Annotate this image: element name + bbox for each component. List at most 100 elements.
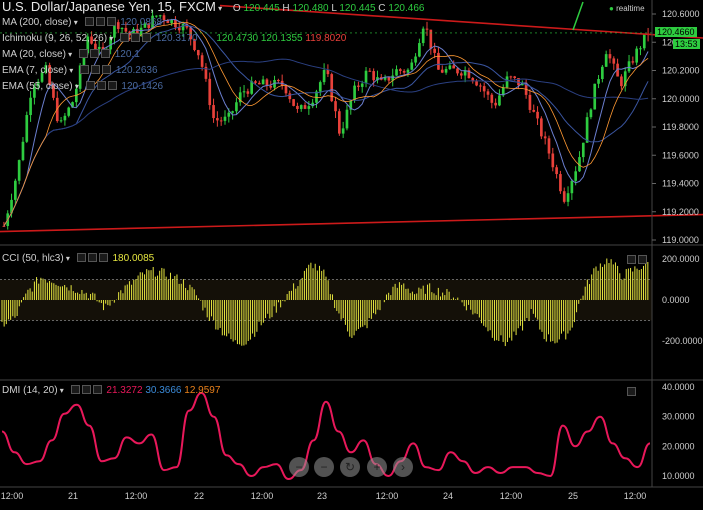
settings-icon[interactable] (87, 253, 97, 262)
settings-icon[interactable] (81, 385, 91, 394)
zoom-in-button[interactable]: − (314, 457, 334, 477)
dmi-tick-label: 10.0000 (662, 471, 695, 481)
arrow-up-icon[interactable] (627, 387, 636, 396)
indicator-label: Ichimoku (9, 26, 52, 26) (2, 33, 108, 44)
indicator-value: 120.1 (114, 49, 140, 60)
candle-body (559, 174, 562, 192)
pane-arrows (627, 386, 638, 400)
indicator-ema7[interactable]: EMA (7, close) ▾ 120.2636 (2, 64, 158, 78)
candle-body (574, 171, 578, 181)
candle-body (452, 65, 456, 69)
indicator-ichimoku[interactable]: Ichimoku (9, 26, 52, 26) ▾ 120.3170 120.… (2, 32, 346, 46)
candle-body (547, 138, 551, 154)
indicator-label: MA (20, close) (2, 49, 66, 60)
scroll-right-button[interactable]: › (393, 457, 413, 477)
high-label: H (282, 3, 290, 14)
time-tick-label: 12:00 (251, 491, 274, 501)
arrow-up-icon[interactable] (627, 255, 636, 264)
candle-body (357, 85, 360, 87)
eye-icon[interactable] (85, 81, 95, 90)
close-icon[interactable] (106, 17, 116, 26)
time-tick-label: 12:00 (125, 491, 148, 501)
settings-icon[interactable] (91, 65, 101, 74)
zoom-out-button[interactable]: − (289, 457, 309, 477)
candle-body (208, 78, 212, 106)
candle-body (235, 102, 238, 112)
indicator-value: 12.9597 (184, 385, 221, 396)
arrow-down-icon[interactable] (638, 255, 647, 264)
indicator-ema55[interactable]: EMA (55, close) ▾ 120.1426 (2, 80, 163, 94)
chevron-down-icon[interactable]: ▾ (67, 66, 73, 75)
close-icon[interactable] (100, 49, 110, 58)
candle-body (326, 69, 330, 75)
candle-body (303, 105, 307, 109)
chevron-down-icon[interactable]: ▾ (107, 34, 113, 43)
candle-body (277, 80, 280, 82)
trendline-support (0, 213, 703, 233)
price-tick-label: 119.2000 (662, 207, 699, 217)
eye-icon[interactable] (70, 385, 80, 394)
close-icon[interactable] (92, 385, 102, 394)
candle-body (216, 118, 219, 121)
eye-icon[interactable] (78, 49, 88, 58)
cci-legend[interactable]: CCI (50, hlc3) ▾ 180.0085 (2, 252, 154, 266)
settings-icon[interactable] (89, 49, 99, 58)
chevron-down-icon[interactable]: ▾ (216, 4, 222, 13)
minus-icon: − (295, 460, 303, 474)
dmi-legend[interactable]: DMI (14, 20) ▾ 21.3272 30.3666 12.9597 (2, 384, 220, 398)
candle-body (509, 76, 513, 78)
indicator-ma200[interactable]: MA (200, close) ▾ 120.0868 (2, 16, 162, 30)
eye-icon[interactable] (80, 65, 90, 74)
chevron-down-icon[interactable]: ▾ (66, 50, 72, 59)
indicator-value: 180.0085 (112, 253, 155, 264)
eye-icon[interactable] (84, 17, 94, 26)
chevron-down-icon[interactable]: ▾ (71, 18, 78, 27)
high-value: 120.480 (292, 3, 329, 14)
eye-icon[interactable] (120, 33, 130, 42)
chevron-down-icon[interactable]: ▾ (73, 82, 79, 91)
settings-icon[interactable] (95, 17, 105, 26)
candle-body (296, 105, 299, 109)
last-price-tag: 120.4660 (655, 27, 697, 37)
price-tick-label: 120.6000 (662, 9, 700, 19)
indicator-value: 120.4730 (216, 33, 259, 44)
settings-icon[interactable] (131, 33, 141, 42)
open-value: 120.445 (243, 3, 280, 14)
candle-body (498, 95, 501, 106)
candle-body (608, 54, 612, 59)
realtime-dot-icon: ● (609, 4, 614, 13)
candle-body (635, 48, 638, 63)
settings-icon[interactable] (96, 81, 106, 90)
indicator-buttons (85, 80, 119, 94)
close-icon[interactable] (98, 253, 108, 262)
candle-body (543, 136, 547, 139)
candle-body (223, 116, 227, 121)
refresh-icon: ↻ (344, 460, 356, 474)
candle-body (425, 28, 429, 30)
time-tick-label: 23 (317, 491, 327, 501)
indicator-ma20[interactable]: MA (20, close) ▾ 120.1 (2, 48, 140, 62)
chevron-down-icon[interactable]: ▾ (58, 386, 64, 395)
time-tick-label: 12:00 (624, 491, 647, 501)
realtime-badge: ● realtime (609, 2, 645, 16)
eye-icon[interactable] (76, 253, 86, 262)
close-icon[interactable] (107, 81, 117, 90)
pane-arrows (627, 254, 649, 268)
minus-icon: − (320, 460, 328, 474)
low-label: L (331, 3, 337, 14)
candle-body (196, 50, 200, 56)
zoom-in-plus-button[interactable]: + (367, 457, 387, 477)
chevron-down-icon[interactable]: ▾ (64, 254, 70, 263)
candle-body (440, 69, 444, 73)
cci-pane[interactable] (0, 258, 652, 347)
candle-body (620, 76, 623, 87)
time-tick-label: 12:00 (376, 491, 399, 501)
close-icon[interactable] (142, 33, 152, 42)
symbol-title[interactable]: U.S. Dollar/Japanese Yen, 15, FXCM (2, 0, 216, 14)
reset-button[interactable]: ↻ (340, 457, 360, 477)
candle-body (67, 107, 71, 116)
dmi-tick-label: 30.0000 (662, 412, 695, 422)
indicator-label: DMI (14, 20) (2, 385, 58, 396)
candle-body (364, 70, 368, 84)
close-icon[interactable] (102, 65, 112, 74)
